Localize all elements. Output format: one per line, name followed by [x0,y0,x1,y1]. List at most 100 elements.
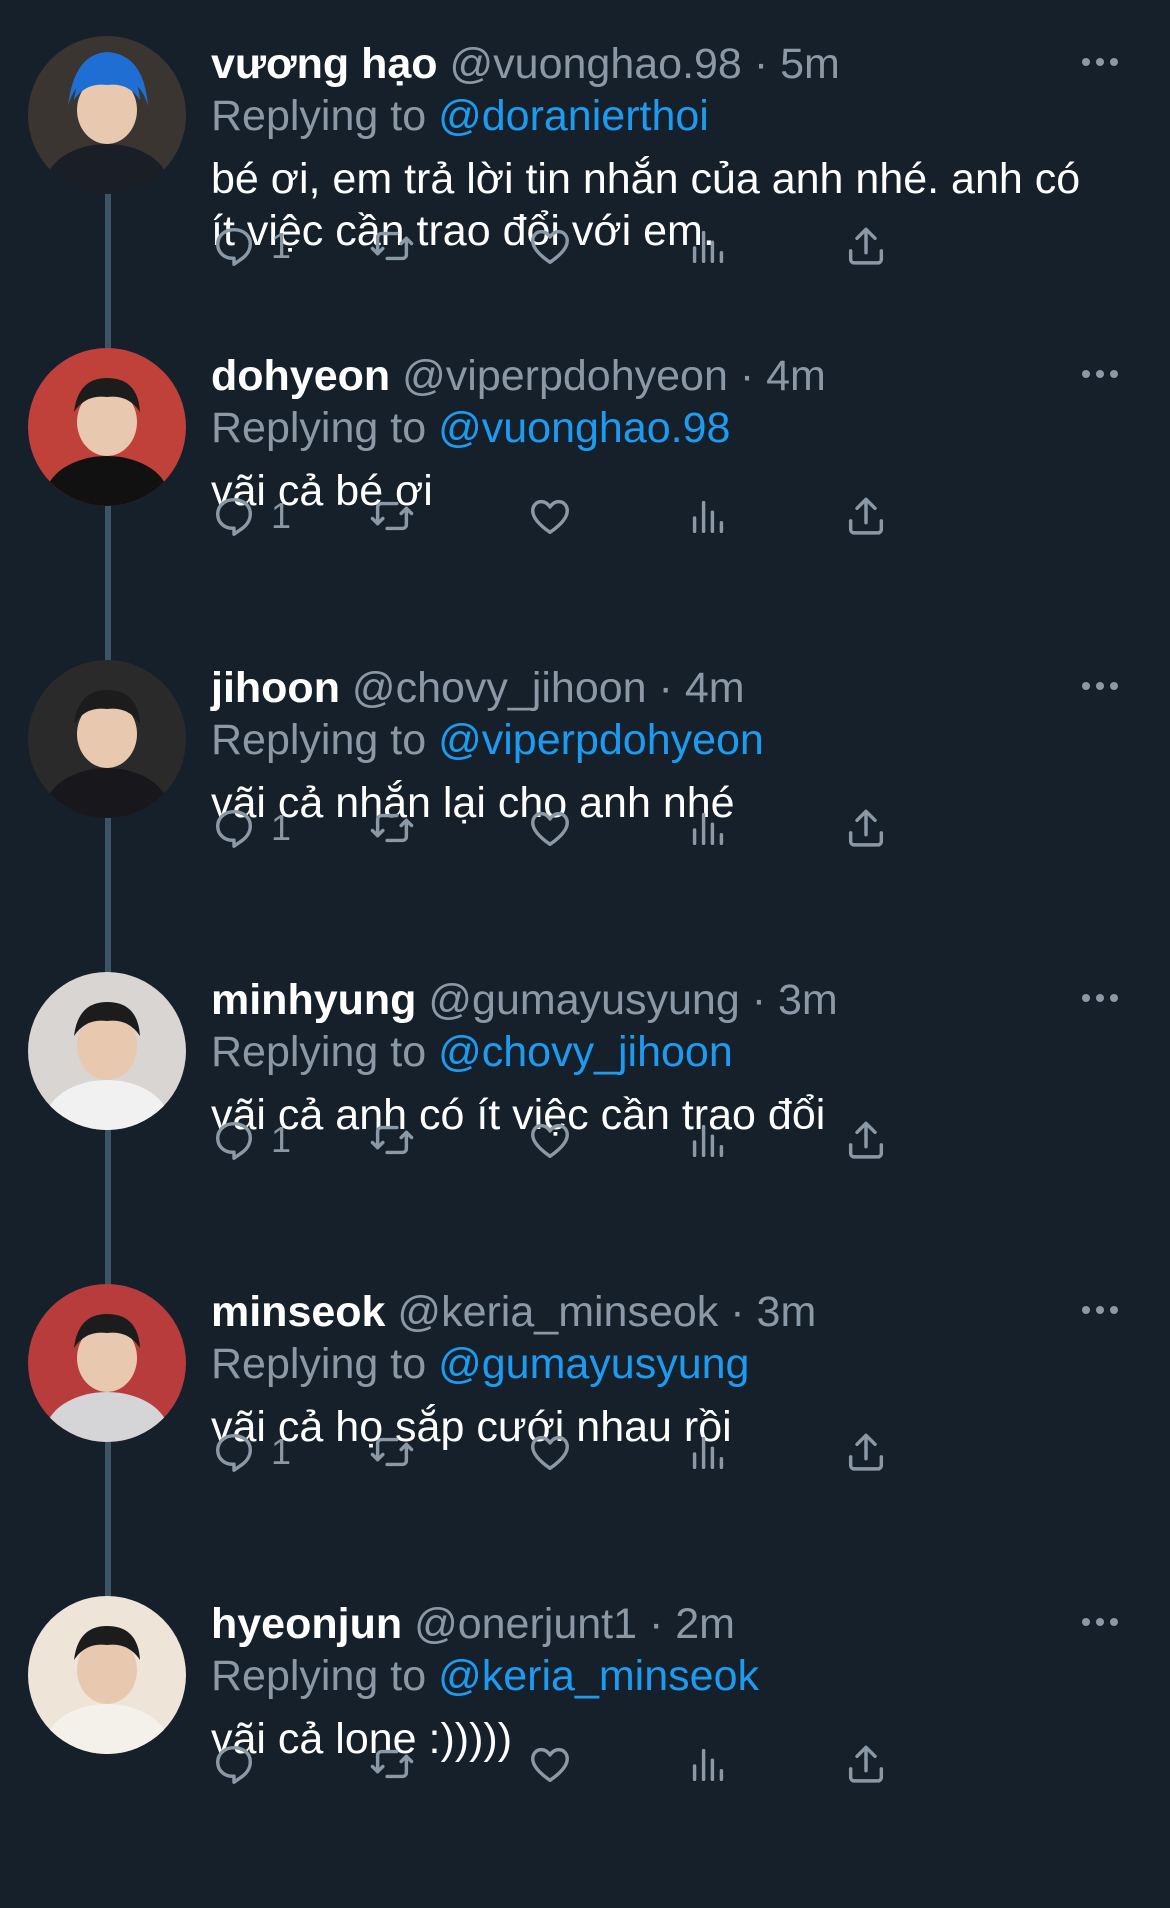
like-button[interactable] [527,1424,573,1480]
replying-to-handle-link[interactable]: @keria_minseok [438,1652,759,1700]
author-handle[interactable]: @chovy_jihoon [352,664,647,712]
more-options-button[interactable] [1070,978,1130,1022]
more-options-button[interactable] [1070,354,1130,398]
avatar[interactable] [28,660,186,818]
reply-button[interactable]: 1 [211,488,291,544]
reply-bubble-icon [211,223,257,269]
author-name[interactable]: jihoon [211,664,340,712]
replying-to-handle-link[interactable]: @gumayusyung [438,1340,749,1388]
reply-button[interactable]: 1 [211,1424,291,1480]
reply-thread: vương hạo @vuonghao.98 · 5m Replying to @… [0,0,1170,1908]
retweet-button[interactable] [369,1736,415,1792]
reply-bubble-icon [211,1741,257,1787]
reply-count: 1 [271,807,292,848]
avatar[interactable] [28,348,186,506]
reply-count: 1 [271,225,292,266]
replying-to-handle-link[interactable]: @vuonghao.98 [438,404,730,452]
tweet-item: hyeonjun @onerjunt1 · 2m Replying to @ker… [0,1578,1170,1890]
reply-button[interactable]: 1 [211,800,291,856]
heart-icon [527,493,573,539]
reply-button[interactable]: 1 [211,1112,291,1168]
retweet-icon [369,1741,415,1787]
tweet-actions: 1 [211,1424,1031,1480]
reply-bubble-icon [211,1117,257,1163]
author-handle[interactable]: @keria_minseok [397,1288,718,1336]
reply-button[interactable] [211,1736,271,1792]
retweet-button[interactable] [369,800,415,856]
replying-to-label: Replying to [211,1652,427,1700]
views-button[interactable] [685,218,731,274]
separator-dot: · [753,40,769,88]
views-button[interactable] [685,1736,731,1792]
tweet-header: jihoon @chovy_jihoon · 4m [211,660,1061,716]
author-name[interactable]: hyeonjun [211,1600,402,1648]
timestamp[interactable]: 3m [778,976,838,1024]
share-upload-icon [843,1429,889,1475]
share-button[interactable] [843,1424,889,1480]
retweet-button[interactable] [369,1424,415,1480]
retweet-icon [369,223,415,269]
tweet-header: minhyung @gumayusyung · 3m [211,972,1061,1028]
author-name[interactable]: minseok [211,1288,385,1336]
author-name[interactable]: vương hạo [211,40,438,88]
views-button[interactable] [685,1112,731,1168]
more-options-button[interactable] [1070,1290,1130,1334]
more-horizontal-icon [1080,679,1120,697]
replying-to-label: Replying to [211,1340,427,1388]
tweet-header: dohyeon @viperpdohyeon · 4m [211,348,1061,404]
share-button[interactable] [843,488,889,544]
tweet-item: minhyung @gumayusyung · 3m Replying to @c… [0,954,1170,1266]
share-button[interactable] [843,218,889,274]
more-options-button[interactable] [1070,42,1130,86]
replying-to-handle-link[interactable]: @doranierthoi [438,92,709,140]
more-options-button[interactable] [1070,666,1130,710]
share-button[interactable] [843,1112,889,1168]
replying-to-handle-link[interactable]: @chovy_jihoon [438,1028,733,1076]
heart-icon [527,223,573,269]
author-handle[interactable]: @onerjunt1 [414,1600,637,1648]
share-button[interactable] [843,1736,889,1792]
retweet-button[interactable] [369,488,415,544]
author-handle[interactable]: @gumayusyung [428,976,739,1024]
tweet-actions: 1 [211,488,1031,544]
timestamp[interactable]: 4m [685,664,745,712]
more-options-button[interactable] [1070,1602,1130,1646]
author-name[interactable]: dohyeon [211,352,390,400]
avatar[interactable] [28,1284,186,1442]
like-button[interactable] [527,1112,573,1168]
timestamp[interactable]: 4m [766,352,826,400]
heart-icon [527,805,573,851]
reply-count: 1 [271,1431,292,1472]
share-button[interactable] [843,800,889,856]
reply-bubble-icon [211,493,257,539]
timestamp[interactable]: 2m [675,1600,735,1648]
avatar[interactable] [28,36,186,194]
timestamp[interactable]: 5m [780,40,840,88]
more-horizontal-icon [1080,991,1120,1009]
separator-dot: · [658,664,673,712]
retweet-button[interactable] [369,1112,415,1168]
replying-to-line: Replying to @vuonghao.98 [211,400,730,456]
avatar[interactable] [28,1596,186,1754]
reply-button[interactable]: 1 [211,218,291,274]
timestamp[interactable]: 3m [757,1288,817,1336]
tweet-header: hyeonjun @onerjunt1 · 2m [211,1596,1061,1652]
more-horizontal-icon [1080,55,1120,73]
like-button[interactable] [527,1736,573,1792]
like-button[interactable] [527,800,573,856]
retweet-button[interactable] [369,218,415,274]
like-button[interactable] [527,218,573,274]
views-button[interactable] [685,488,731,544]
tweet-header: vương hạo @vuonghao.98 · 5m [211,36,1061,92]
author-handle[interactable]: @viperpdohyeon [402,352,728,400]
author-name[interactable]: minhyung [211,976,416,1024]
replying-to-handle-link[interactable]: @viperpdohyeon [438,716,764,764]
avatar[interactable] [28,972,186,1130]
replying-to-line: Replying to @doranierthoi [211,88,709,144]
heart-icon [527,1429,573,1475]
views-button[interactable] [685,800,731,856]
like-button[interactable] [527,488,573,544]
share-upload-icon [843,1117,889,1163]
author-handle[interactable]: @vuonghao.98 [450,40,742,88]
views-button[interactable] [685,1424,731,1480]
